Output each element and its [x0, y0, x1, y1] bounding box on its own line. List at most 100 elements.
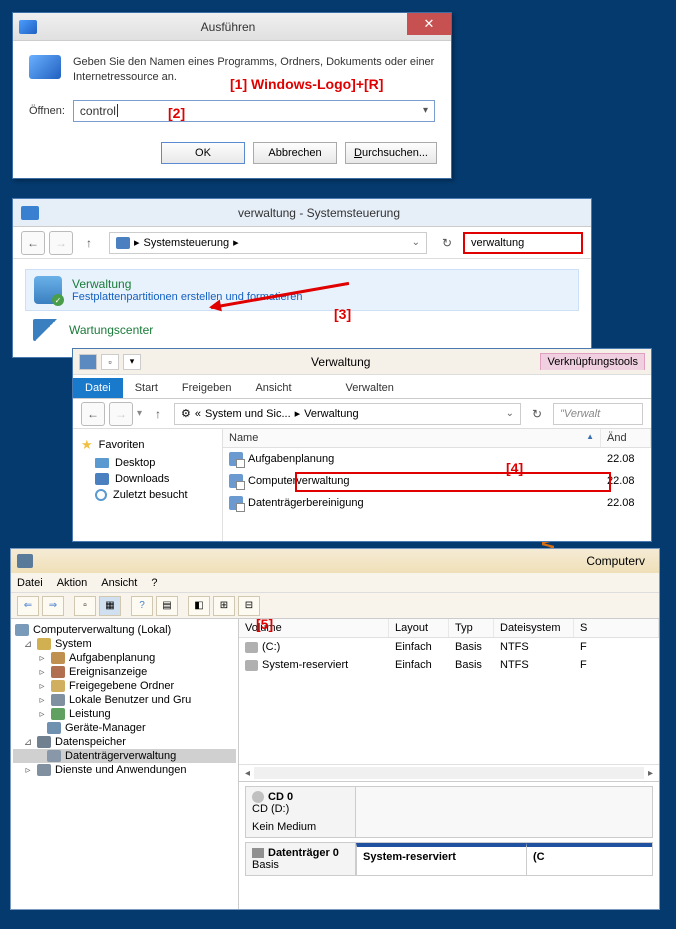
- col-fs[interactable]: Dateisystem: [494, 619, 574, 637]
- file-row[interactable]: Datenträgerbereinigung 22.08: [223, 492, 651, 514]
- right-panel: Volume Layout Typ Dateisystem S (C:) Ein…: [239, 619, 659, 909]
- toolbar-forward[interactable]: ⇒: [42, 596, 64, 616]
- tree-freigegebene[interactable]: ▹Freigegebene Ordner: [13, 679, 236, 693]
- window-title: verwaltung - Systemsteuerung: [47, 206, 591, 220]
- collapse-icon[interactable]: ⊿: [23, 639, 33, 650]
- tree-lokale[interactable]: ▹Lokale Benutzer und Gru: [13, 693, 236, 707]
- mmc-icon: [15, 624, 29, 636]
- browse-button[interactable]: Durchsuchen...: [345, 142, 437, 164]
- titlebar[interactable]: ▫ ▾ Verwaltung Verknüpfungstools: [73, 349, 651, 375]
- forward-button[interactable]: →: [109, 402, 133, 426]
- star-icon: ★: [81, 437, 93, 453]
- breadcrumb[interactable]: ▸ Systemsteuerung ▸ ⌄: [109, 232, 427, 254]
- tree-datenspeicher[interactable]: ⊿Datenspeicher: [13, 735, 236, 749]
- col-layout[interactable]: Layout: [389, 619, 449, 637]
- volume-list: Volume Layout Typ Dateisystem S (C:) Ein…: [239, 619, 659, 782]
- search-result-wartungscenter[interactable]: Wartungscenter: [25, 313, 579, 347]
- col-date[interactable]: Änd: [601, 429, 651, 447]
- cancel-button[interactable]: Abbrechen: [253, 142, 337, 164]
- file-row[interactable]: Aufgabenplanung 22.08: [223, 448, 651, 470]
- titlebar[interactable]: verwaltung - Systemsteuerung: [13, 199, 591, 227]
- volume-row[interactable]: System-reserviert Einfach Basis NTFS F: [239, 656, 659, 674]
- titlebar[interactable]: Computerv: [11, 549, 659, 573]
- collapse-icon[interactable]: ⊿: [23, 737, 33, 748]
- verwaltung-explorer-window: ▫ ▾ Verwaltung Verknüpfungstools Datei S…: [72, 348, 652, 542]
- tree-leistung[interactable]: ▹Leistung: [13, 707, 236, 721]
- tab-ansicht[interactable]: Ansicht: [243, 378, 303, 398]
- scroll-right-icon[interactable]: ▸: [648, 768, 653, 779]
- sidebar-favorites[interactable]: ★Favoriten: [77, 435, 218, 455]
- breadcrumb-item[interactable]: Systemsteuerung: [144, 237, 230, 249]
- menu-help[interactable]: ?: [151, 577, 157, 589]
- col-typ[interactable]: Typ: [449, 619, 494, 637]
- back-button[interactable]: ←: [81, 402, 105, 426]
- tab-freigeben[interactable]: Freigeben: [170, 378, 244, 398]
- partition-system-reserved[interactable]: System-reserviert: [356, 843, 526, 875]
- toolbar-help[interactable]: ?: [131, 596, 153, 616]
- toolbar-btn[interactable]: ⊞: [213, 596, 235, 616]
- sidebar-downloads[interactable]: Downloads: [77, 471, 218, 487]
- close-button[interactable]: ✕: [407, 13, 451, 35]
- search-input[interactable]: "Verwalt: [553, 403, 643, 425]
- search-input[interactable]: verwaltung: [463, 232, 583, 254]
- qat-icon[interactable]: [79, 354, 97, 370]
- breadcrumb[interactable]: ⚙ « System und Sic... ▸ Verwaltung ⌄: [174, 403, 521, 425]
- open-combobox[interactable]: control: [73, 100, 435, 122]
- breadcrumb-item[interactable]: System und Sic...: [205, 408, 291, 420]
- users-icon: [51, 694, 65, 706]
- qat-new[interactable]: ▾: [123, 354, 141, 370]
- tree-ereignis[interactable]: ▹Ereignisanzeige: [13, 665, 236, 679]
- shared-icon: [51, 680, 65, 692]
- tree-root[interactable]: Computerverwaltung (Lokal): [13, 623, 236, 637]
- tab-datei[interactable]: Datei: [73, 378, 123, 398]
- toolbar-btn[interactable]: ▤: [156, 596, 178, 616]
- toolbar-back[interactable]: ⇐: [17, 596, 39, 616]
- refresh-button[interactable]: ↻: [525, 402, 549, 426]
- task-icon: [51, 652, 65, 664]
- expand-icon[interactable]: ▹: [37, 667, 47, 678]
- expand-icon[interactable]: ▹: [37, 681, 47, 692]
- up-button[interactable]: ↑: [146, 402, 170, 426]
- open-label: Öffnen:: [29, 105, 65, 117]
- tab-start[interactable]: Start: [123, 378, 170, 398]
- expand-icon[interactable]: ▹: [37, 695, 47, 706]
- disk0-block[interactable]: Datenträger 0 Basis System-reserviert (C: [245, 842, 653, 876]
- tree-aufgaben[interactable]: ▹Aufgabenplanung: [13, 651, 236, 665]
- back-button[interactable]: ←: [21, 231, 45, 255]
- scroll-left-icon[interactable]: ◂: [245, 768, 250, 779]
- toolbar-btn[interactable]: ▦: [99, 596, 121, 616]
- tree-system[interactable]: ⊿System: [13, 637, 236, 651]
- menu-ansicht[interactable]: Ansicht: [101, 577, 137, 589]
- up-button[interactable]: ↑: [77, 231, 101, 255]
- partition-c[interactable]: (C: [526, 843, 652, 875]
- cd-block[interactable]: CD 0 CD (D:) Kein Medium: [245, 786, 653, 838]
- contextual-tab[interactable]: Verknüpfungstools: [540, 353, 645, 370]
- file-row-computerverwaltung[interactable]: Computerverwaltung 22.08: [223, 470, 651, 492]
- sidebar-desktop[interactable]: Desktop: [77, 455, 218, 471]
- toolbar-btn[interactable]: ◧: [188, 596, 210, 616]
- col-status[interactable]: S: [574, 619, 659, 637]
- scrollbar[interactable]: [254, 767, 644, 779]
- menu-datei[interactable]: Datei: [17, 577, 43, 589]
- toolbar-btn[interactable]: ⊟: [238, 596, 260, 616]
- toolbar-btn[interactable]: ▫: [74, 596, 96, 616]
- qat-props[interactable]: ▫: [101, 354, 119, 370]
- tree-datentraeger[interactable]: Datenträgerverwaltung: [13, 749, 236, 763]
- tree-dienste[interactable]: ▹Dienste und Anwendungen: [13, 763, 236, 777]
- volume-row[interactable]: (C:) Einfach Basis NTFS F: [239, 638, 659, 656]
- titlebar[interactable]: Ausführen ✕: [13, 13, 451, 41]
- refresh-button[interactable]: ↻: [435, 231, 459, 255]
- forward-button[interactable]: →: [49, 231, 73, 255]
- sidebar-recent[interactable]: Zuletzt besucht: [77, 487, 218, 503]
- col-name[interactable]: Name ▲: [223, 429, 601, 447]
- tree-geraete[interactable]: Geräte-Manager: [13, 721, 236, 735]
- expand-icon[interactable]: ▹: [37, 653, 47, 664]
- tab-verwalten[interactable]: Verwalten: [334, 378, 406, 398]
- breadcrumb-item[interactable]: Verwaltung: [304, 408, 358, 420]
- expand-icon[interactable]: ▹: [37, 709, 47, 720]
- ok-button[interactable]: OK: [161, 142, 245, 164]
- file-list: Name ▲ Änd Aufgabenplanung 22.08 Compute…: [223, 429, 651, 541]
- menu-aktion[interactable]: Aktion: [57, 577, 88, 589]
- flag-icon: [33, 319, 59, 341]
- expand-icon[interactable]: ▹: [23, 765, 33, 776]
